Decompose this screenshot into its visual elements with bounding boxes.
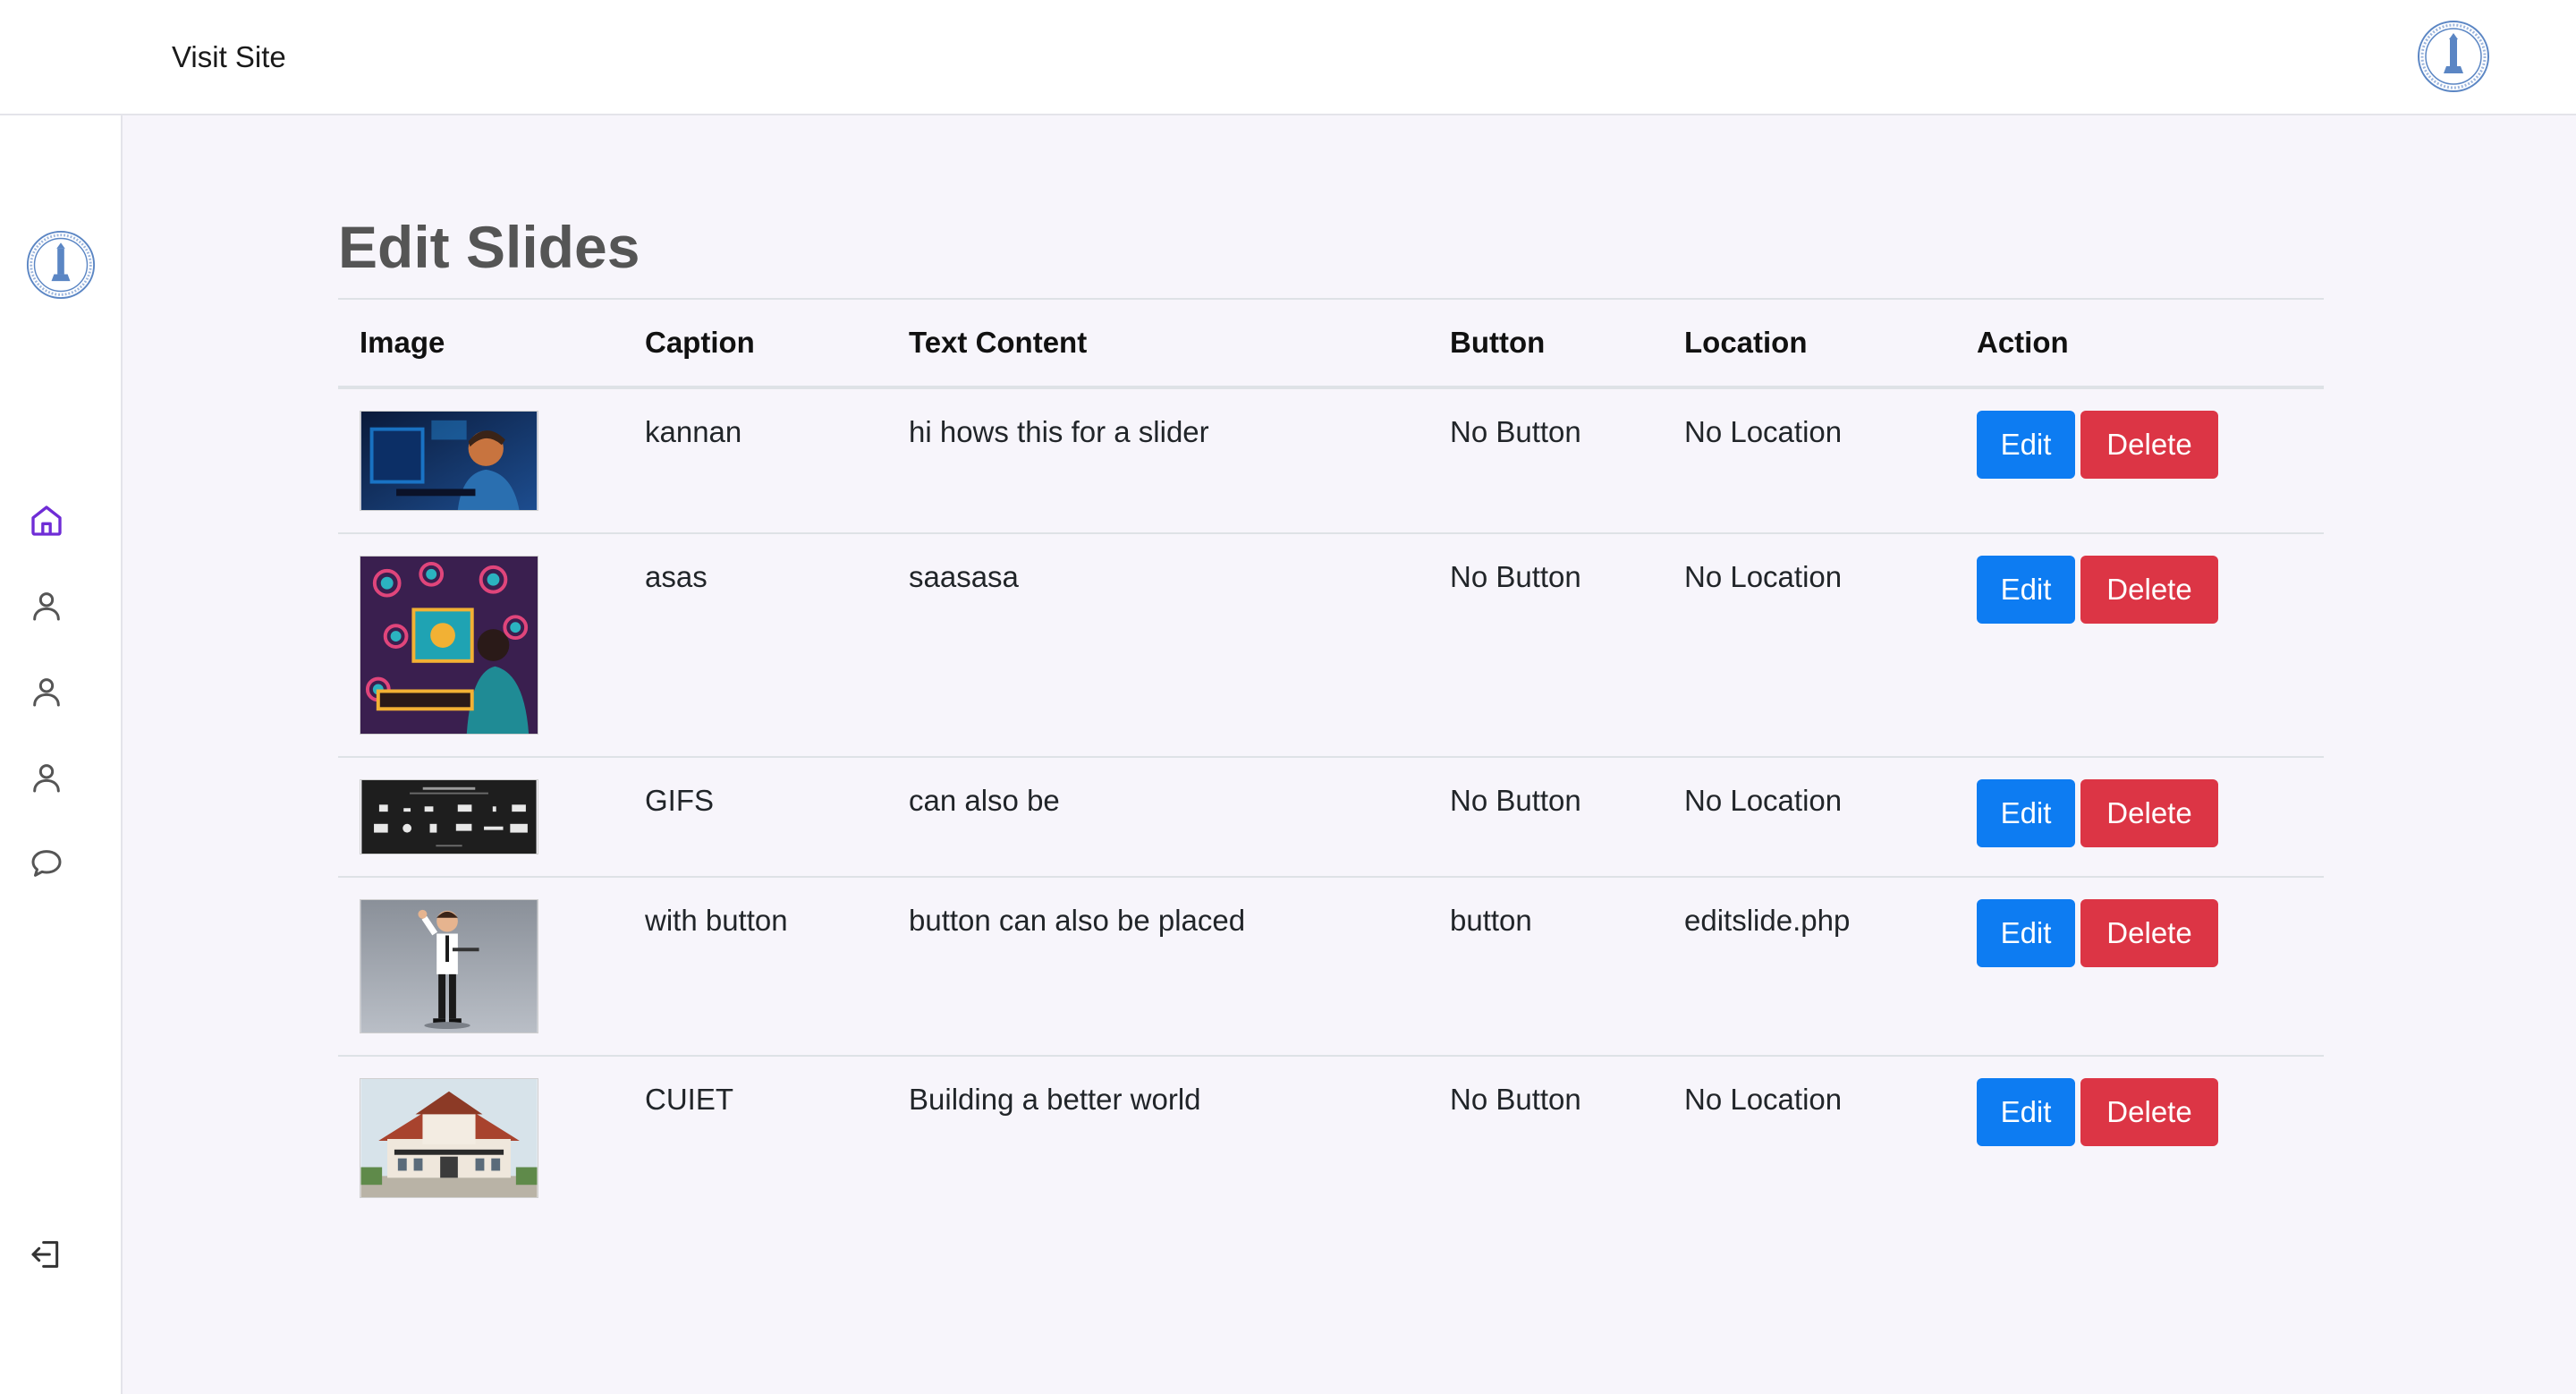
user-icon[interactable] bbox=[29, 588, 64, 624]
table-row: CUIET Building a better world No Button … bbox=[338, 1056, 2324, 1220]
user-icon[interactable] bbox=[29, 674, 64, 710]
edit-button[interactable]: Edit bbox=[1977, 556, 2075, 624]
button-cell: button bbox=[1450, 904, 1532, 937]
column-header-text-content: Text Content bbox=[909, 326, 1088, 359]
text-content-cell: hi hows this for a slider bbox=[909, 415, 1209, 448]
location-cell: No Location bbox=[1684, 560, 1843, 593]
text-content-cell: can also be bbox=[909, 784, 1060, 817]
delete-button[interactable]: Delete bbox=[2080, 779, 2218, 847]
visit-site-link[interactable]: Visit Site bbox=[172, 36, 286, 79]
column-header-image: Image bbox=[360, 326, 445, 359]
column-header-caption: Caption bbox=[645, 326, 755, 359]
delete-button[interactable]: Delete bbox=[2080, 1078, 2218, 1146]
action-cell: Edit Delete bbox=[1955, 387, 2324, 533]
location-cell: editslide.php bbox=[1684, 904, 1851, 937]
text-content-cell: Building a better world bbox=[909, 1083, 1201, 1116]
slide-thumbnail-man-with-laptop bbox=[360, 899, 538, 1033]
university-seal-icon[interactable] bbox=[26, 230, 96, 300]
user-icon[interactable] bbox=[29, 760, 64, 795]
sidebar bbox=[0, 115, 123, 1394]
action-cell: Edit Delete bbox=[1955, 533, 2324, 757]
location-cell: No Location bbox=[1684, 1083, 1843, 1116]
caption-cell: asas bbox=[645, 560, 708, 593]
page-title: Edit Slides bbox=[338, 214, 640, 280]
delete-button[interactable]: Delete bbox=[2080, 411, 2218, 479]
text-content-cell: button can also be placed bbox=[909, 904, 1246, 937]
caption-cell: kannan bbox=[645, 415, 742, 448]
action-cell: Edit Delete bbox=[1955, 757, 2324, 877]
slide-thumbnail-building bbox=[360, 1078, 538, 1198]
edit-button[interactable]: Edit bbox=[1977, 1078, 2075, 1146]
action-cell: Edit Delete bbox=[1955, 877, 2324, 1056]
edit-button[interactable]: Edit bbox=[1977, 779, 2075, 847]
table-row: kannan hi hows this for a slider No Butt… bbox=[338, 387, 2324, 533]
column-header-location: Location bbox=[1684, 326, 1808, 359]
button-cell: No Button bbox=[1450, 560, 1581, 593]
button-cell: No Button bbox=[1450, 415, 1581, 448]
table-row: with button button can also be placed bu… bbox=[338, 877, 2324, 1056]
caption-cell: GIFS bbox=[645, 784, 715, 817]
location-cell: No Location bbox=[1684, 784, 1843, 817]
slide-thumbnail-gamer-colorful bbox=[360, 556, 538, 735]
delete-button[interactable]: Delete bbox=[2080, 556, 2218, 624]
caption-cell: CUIET bbox=[645, 1083, 733, 1116]
table-header-row: Image Caption Text Content Button Locati… bbox=[338, 299, 2324, 387]
button-cell: No Button bbox=[1450, 1083, 1581, 1116]
top-navbar: Visit Site bbox=[0, 0, 2576, 115]
slide-thumbnail-ui-elements-dark bbox=[360, 779, 538, 854]
chat-bubble-icon[interactable] bbox=[29, 846, 64, 881]
text-content-cell: saasasa bbox=[909, 560, 1019, 593]
slides-table: Image Caption Text Content Button Locati… bbox=[338, 298, 2324, 1220]
home-icon[interactable] bbox=[29, 503, 64, 539]
slide-thumbnail-developer-at-computer bbox=[360, 411, 538, 511]
column-header-button: Button bbox=[1450, 326, 1546, 359]
caption-cell: with button bbox=[645, 904, 788, 937]
edit-button[interactable]: Edit bbox=[1977, 899, 2075, 967]
logout-icon[interactable] bbox=[29, 1237, 64, 1272]
location-cell: No Location bbox=[1684, 415, 1843, 448]
action-cell: Edit Delete bbox=[1955, 1056, 2324, 1220]
table-row: asas saasasa No Button No Location Edit D… bbox=[338, 533, 2324, 757]
delete-button[interactable]: Delete bbox=[2080, 899, 2218, 967]
edit-button[interactable]: Edit bbox=[1977, 411, 2075, 479]
column-header-action: Action bbox=[1977, 326, 2069, 359]
university-seal-icon[interactable] bbox=[2417, 20, 2490, 93]
table-row: GIFS can also be No Button No Location E… bbox=[338, 757, 2324, 877]
button-cell: No Button bbox=[1450, 784, 1581, 817]
